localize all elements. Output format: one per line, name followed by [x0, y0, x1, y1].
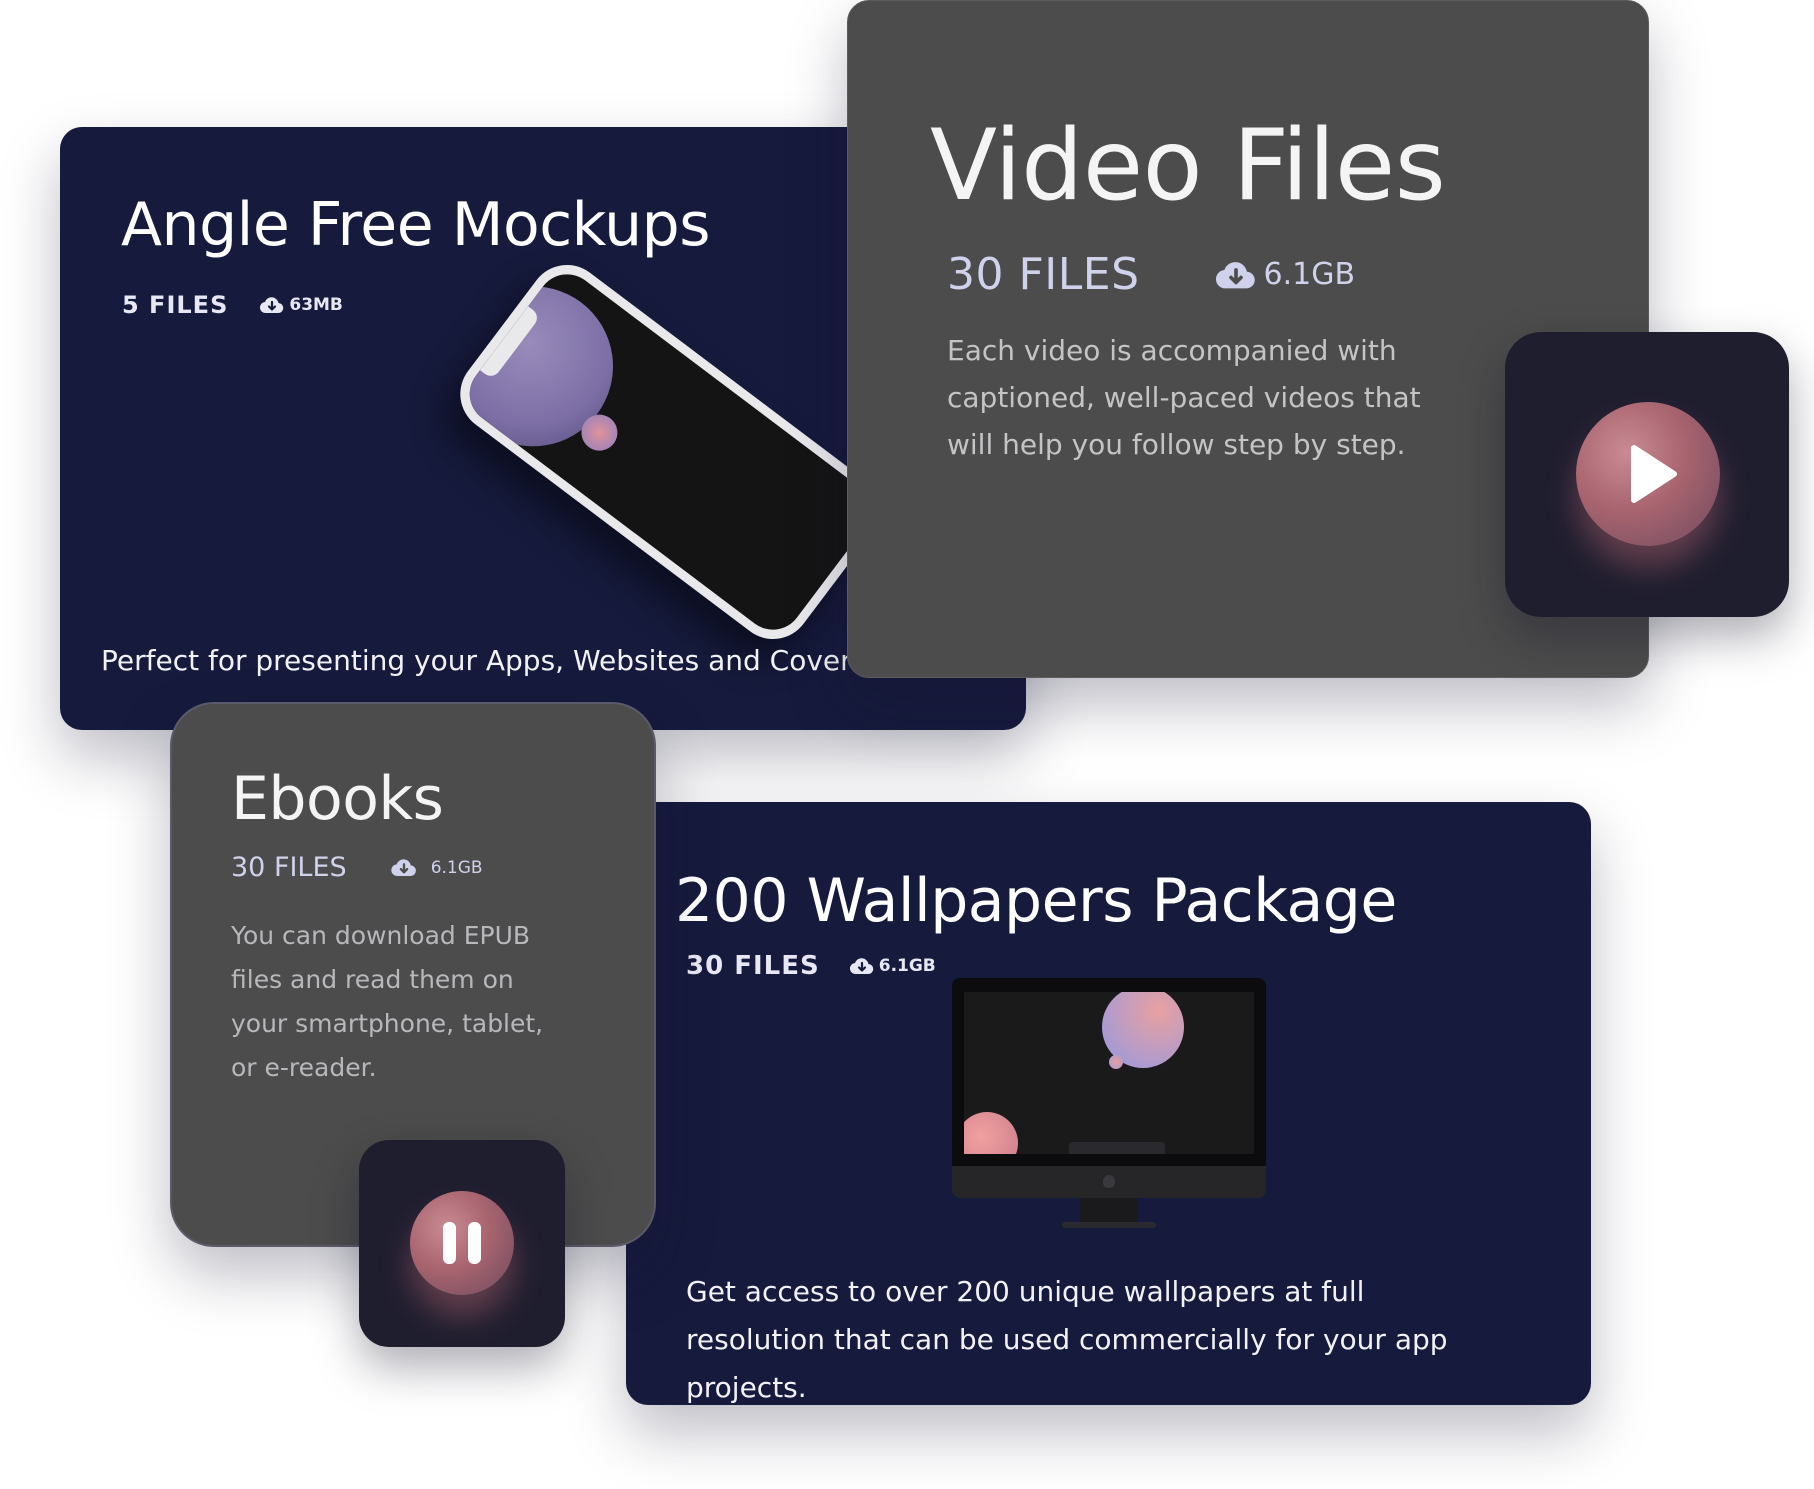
ebooks-size-group: 6.1GB — [390, 857, 483, 878]
cloud-download-icon — [260, 297, 284, 314]
pause-icon — [443, 1222, 481, 1264]
video-size: 6.1GB — [1263, 257, 1356, 292]
video-files-description: Each video is accompanied with captioned… — [947, 334, 1421, 461]
video-file-count: 30 FILES — [947, 249, 1140, 300]
pause-button[interactable] — [410, 1191, 514, 1295]
wallpapers-title: 200 Wallpapers Package — [675, 866, 1397, 936]
ebooks-meta: 30 FILES 6.1GB — [231, 852, 483, 883]
video-files-meta: 30 FILES 6.1GB — [947, 249, 1355, 300]
mockups-size-group: 63MB — [260, 295, 343, 315]
play-button-tile[interactable] — [1505, 332, 1789, 617]
video-size-group: 6.1GB — [1215, 257, 1356, 292]
mockups-file-count: 5 FILES — [122, 291, 229, 319]
wallpapers-card[interactable]: 200 Wallpapers Package 30 FILES 6.1GB Ge… — [626, 802, 1591, 1405]
mockups-meta: 5 FILES 63MB — [122, 291, 343, 319]
video-files-title: Video Files — [930, 109, 1446, 223]
wallpapers-description: Get access to over 200 unique wallpapers… — [686, 1275, 1448, 1404]
mockups-size: 63MB — [289, 295, 343, 315]
mockups-description: Perfect for presenting your Apps, Websit… — [101, 644, 963, 677]
play-icon — [1631, 445, 1677, 503]
ebooks-title: Ebooks — [231, 764, 444, 834]
cloud-download-icon — [1215, 261, 1255, 288]
wallpapers-file-count: 30 FILES — [686, 951, 820, 981]
ebooks-size: 6.1GB — [430, 857, 483, 878]
imac-mockup-image — [952, 978, 1266, 1232]
ebooks-file-count: 30 FILES — [231, 852, 347, 883]
phone-mockup-image — [440, 249, 895, 655]
mockups-title: Angle Free Mockups — [121, 190, 710, 260]
cloud-download-icon — [390, 859, 416, 876]
play-button[interactable] — [1576, 402, 1720, 546]
wallpapers-meta: 30 FILES 6.1GB — [686, 951, 936, 981]
pause-button-tile[interactable] — [359, 1140, 565, 1347]
wallpapers-size: 6.1GB — [878, 956, 936, 976]
cloud-download-icon — [849, 958, 873, 975]
wallpapers-size-group: 6.1GB — [849, 956, 936, 976]
ebooks-description: You can download EPUB files and read the… — [231, 921, 544, 1082]
